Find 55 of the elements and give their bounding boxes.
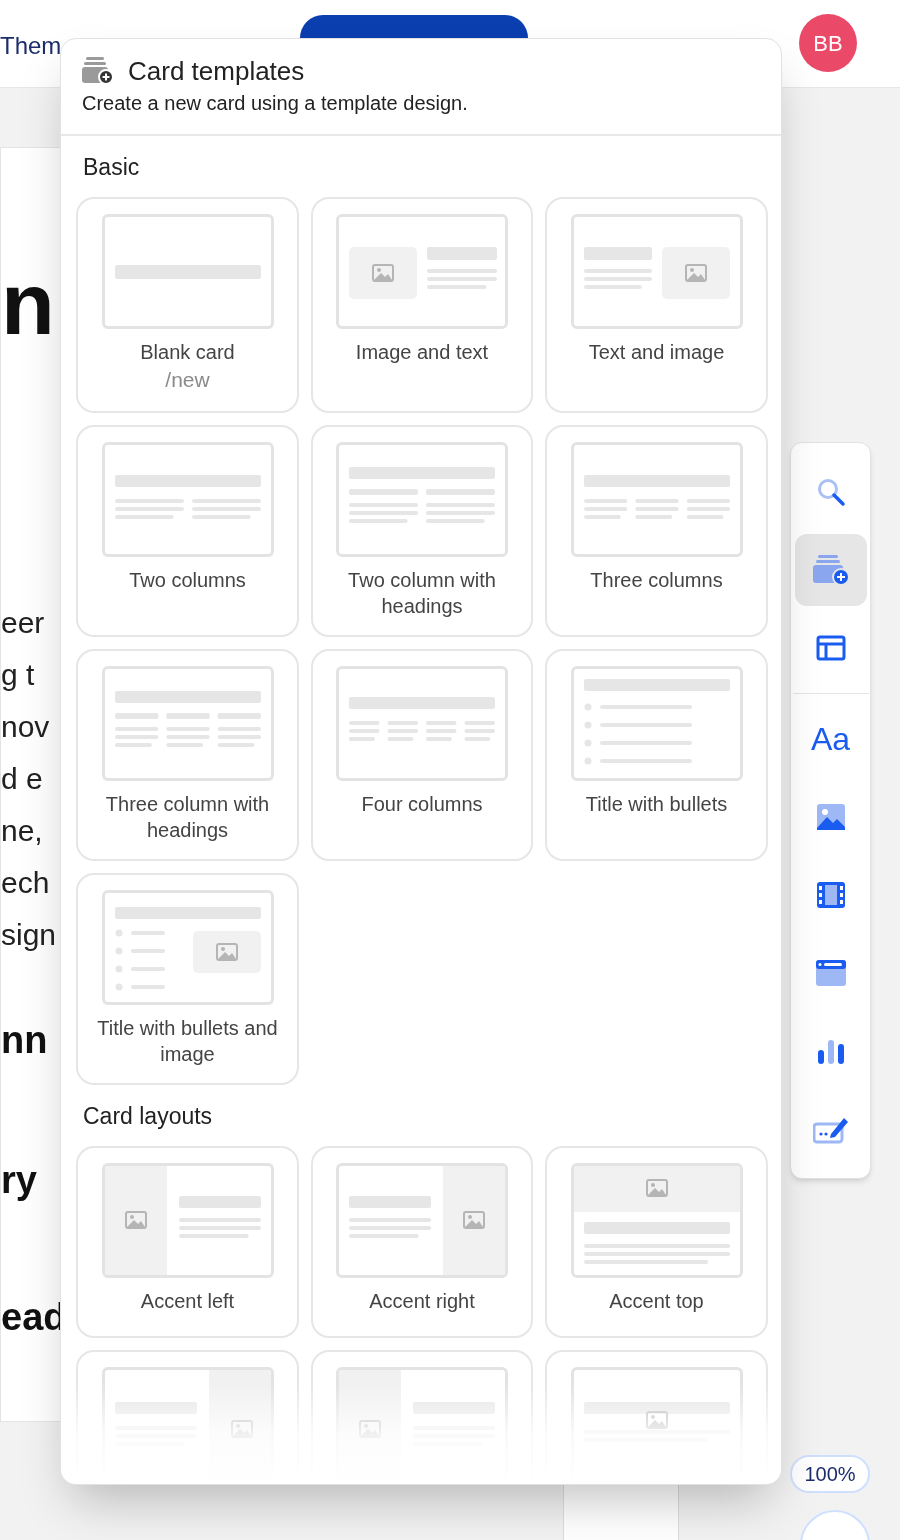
template-label: Three column with headings: [104, 792, 271, 843]
template-card[interactable]: Image and text: [311, 197, 533, 413]
template-card[interactable]: Accent top: [545, 1146, 768, 1338]
paragraph-line: sign: [1, 920, 57, 950]
template-label: Blank card: [139, 340, 236, 365]
template-label: Three columns: [589, 568, 724, 593]
paragraph-line: g t: [1, 660, 35, 690]
bar-chart-icon: [817, 1038, 844, 1064]
template-card[interactable]: Three columns: [545, 425, 768, 637]
template-label: Accent top: [608, 1289, 705, 1314]
shortcut-text: /new: [165, 367, 210, 393]
theme-link[interactable]: Them: [0, 28, 62, 64]
search-icon: [815, 477, 846, 507]
paragraph-line: d e: [1, 764, 43, 794]
template-card[interactable]: Two columns: [76, 425, 299, 637]
template-label: Two columns: [128, 568, 247, 593]
section-heading: ry: [1, 1161, 37, 1199]
image-icon: [816, 804, 845, 830]
browser-window-icon: [815, 960, 846, 986]
template-label: Title with bullets and image: [96, 1016, 279, 1067]
toolbar-button[interactable]: [794, 534, 867, 606]
template-card[interactable]: Accent left: [76, 1146, 299, 1338]
section-heading: nn: [1, 1021, 48, 1059]
present-button[interactable]: [300, 15, 528, 38]
paragraph-line: ech: [1, 868, 50, 898]
popup-title: Card templates: [128, 58, 305, 84]
template-label: Title with bullets: [584, 792, 729, 817]
section-title: Basic: [82, 153, 141, 182]
template-card[interactable]: Two column with headings: [311, 425, 533, 637]
paragraph-line: nov: [1, 712, 50, 742]
card-stack-icon: [811, 554, 850, 586]
template-label: Image and text: [354, 340, 490, 365]
template-card[interactable]: Three column with headings: [76, 649, 299, 861]
user-avatar[interactable]: BB: [799, 14, 857, 72]
template-card[interactable]: Blank card /new: [76, 197, 299, 413]
toolbar-button[interactable]: Aa: [794, 703, 867, 775]
template-label: Text and image: [587, 340, 726, 365]
template-card[interactable]: Accent right: [311, 1146, 533, 1338]
template-card[interactable]: Title with bullets: [545, 649, 768, 861]
template-label: Four columns: [360, 792, 484, 817]
template-label: Accent right: [368, 1289, 476, 1314]
zoom-level-button[interactable]: 100%: [790, 1455, 870, 1493]
template-card[interactable]: Title with bullets and image: [76, 873, 299, 1085]
layout-icon: [815, 635, 846, 661]
paragraph-line: eer: [1, 608, 45, 638]
film-icon: [816, 882, 845, 908]
paragraph-line: ne,: [1, 816, 43, 846]
template-label: Accent left: [139, 1289, 236, 1314]
template-card[interactable]: Four columns: [311, 649, 533, 861]
section-title: Card layouts: [82, 1102, 214, 1131]
page-heading: n: [1, 260, 55, 348]
template-card[interactable]: Text and image: [545, 197, 768, 413]
popup-subtitle: Create a new card using a template design.: [82, 91, 469, 116]
card-stack-icon: [82, 57, 114, 85]
template-label: Two column with headings: [347, 568, 497, 619]
